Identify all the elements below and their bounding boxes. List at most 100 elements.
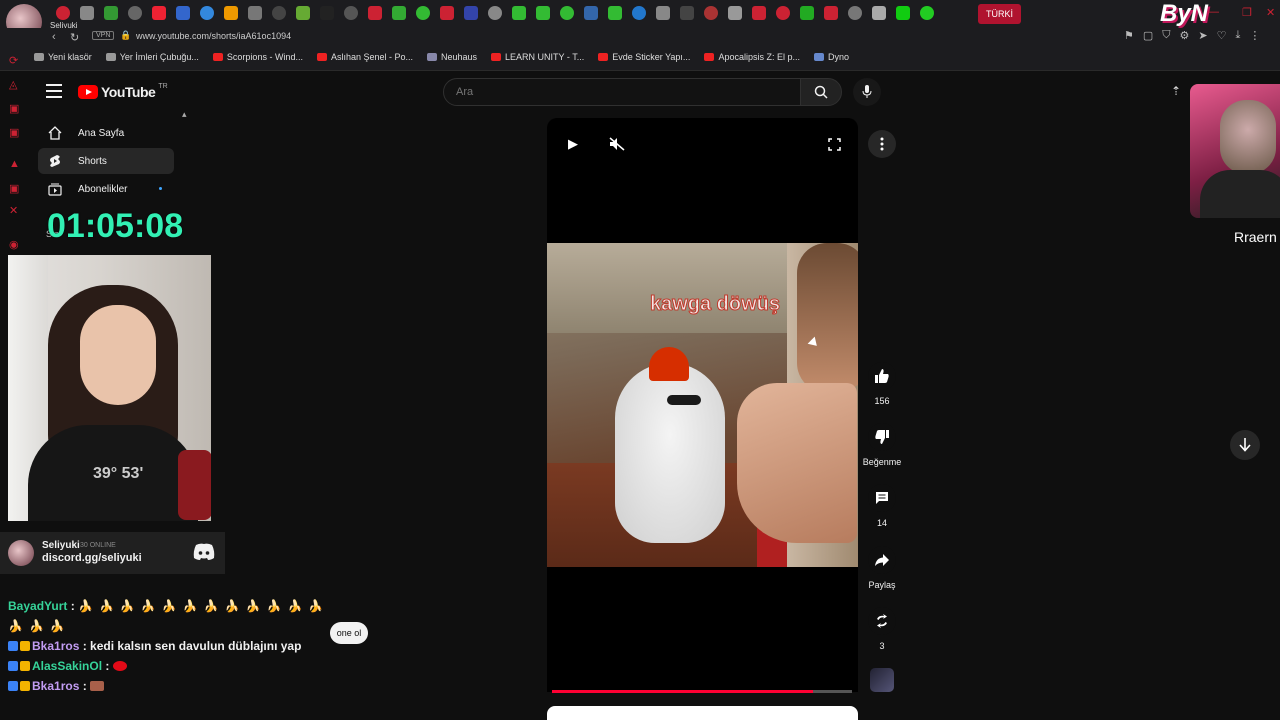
tab-favicon-icon[interactable] (728, 6, 742, 20)
tab-favicon-icon[interactable] (752, 6, 766, 20)
tab-favicon-icon[interactable] (272, 6, 286, 20)
extensions-icon[interactable]: ⚙ (1180, 29, 1190, 42)
search-button[interactable] (800, 78, 842, 106)
next-video-button[interactable] (1230, 430, 1260, 460)
like-button[interactable] (868, 362, 896, 390)
side-icon-3[interactable]: ▣ (9, 102, 21, 115)
comments-button[interactable] (868, 484, 896, 512)
x-icon[interactable]: ✕ (9, 204, 21, 217)
send-icon[interactable]: ➤ (1198, 29, 1207, 42)
dislike-action[interactable]: Beğenme (862, 423, 902, 467)
side-icon-8[interactable]: ◉ (9, 238, 21, 251)
chat-username[interactable]: BayadYurt (8, 599, 67, 613)
tab-favicon-icon[interactable] (176, 6, 190, 20)
tab-favicon-icon[interactable] (776, 6, 790, 20)
audio-track-thumbnail[interactable] (870, 668, 894, 692)
screenshot-icon[interactable]: ▢ (1143, 29, 1153, 42)
like-action[interactable]: 156 (862, 362, 902, 406)
tab-favicon-icon[interactable] (536, 6, 550, 20)
tab-favicon-icon[interactable] (344, 6, 358, 20)
fullscreen-icon[interactable] (828, 138, 841, 151)
tab-favicon-icon[interactable] (200, 6, 214, 20)
tab-favicon-icon[interactable] (632, 6, 646, 20)
heart-icon[interactable]: ♡ (1217, 29, 1227, 42)
tab-favicon-icon[interactable] (920, 6, 934, 20)
bookmark-item[interactable]: Evde Sticker Yapı... (598, 52, 690, 62)
tab-favicon-icon[interactable] (128, 6, 142, 20)
menu-icon[interactable]: ⋮ (1249, 29, 1260, 42)
tab-favicon-icon[interactable] (608, 6, 622, 20)
window-maximize-icon[interactable]: ❐ (1242, 6, 1252, 19)
play-icon[interactable]: ▶ (568, 136, 578, 152)
tab-favicon-icon[interactable] (896, 6, 910, 20)
youtube-logo[interactable]: YouTube TR (78, 83, 168, 100)
tab-favicon-icon[interactable] (824, 6, 838, 20)
voice-search-button[interactable] (853, 78, 881, 106)
chat-username[interactable]: Bka1ros (32, 679, 79, 693)
tab-favicon-icon[interactable] (704, 6, 718, 20)
tab-favicon-icon[interactable] (368, 6, 382, 20)
tab-favicon-icon[interactable] (560, 6, 574, 20)
sidebar-item-home[interactable]: Ana Sayfa (38, 120, 174, 146)
bookmark-item[interactable]: Apocalipsis Z: El p... (704, 52, 800, 62)
tab-favicon-icon[interactable] (464, 6, 478, 20)
sidebar-item-subscriptions[interactable]: Abonelikler (38, 176, 174, 202)
side-icon-4[interactable]: ▣ (9, 126, 21, 139)
chat-username[interactable]: AlasSakinOl (32, 659, 102, 673)
upload-icon[interactable]: ⇡ (1171, 84, 1181, 98)
bookmark-item[interactable]: Dyno (813, 52, 849, 62)
tab-favicon-icon[interactable] (656, 6, 670, 20)
bookmark-item[interactable]: Scorpions - Wind... (212, 52, 303, 62)
tab-favicon-icon[interactable] (80, 6, 94, 20)
menu-icon[interactable] (46, 84, 62, 102)
tab-favicon-icon[interactable] (224, 6, 238, 20)
window-minimize-icon[interactable]: — (1208, 6, 1219, 18)
subscribe-button[interactable]: one ol (330, 622, 368, 644)
tab-favicon-icon[interactable] (296, 6, 310, 20)
remix-action[interactable]: 3 (862, 607, 902, 651)
tab-favicon-icon[interactable] (152, 6, 166, 20)
share-action[interactable]: Paylaş (862, 546, 902, 590)
tab-favicon-icon[interactable] (848, 6, 862, 20)
muted-icon[interactable] (609, 137, 625, 151)
video-progress-bar[interactable] (552, 690, 852, 693)
next-short-card[interactable] (547, 706, 858, 720)
tab-favicon-icon[interactable] (800, 6, 814, 20)
download-icon[interactable]: ⤓ (1236, 29, 1241, 42)
vpn-badge[interactable]: VPN (92, 31, 115, 40)
bookmark-item[interactable]: Yeni klasör (34, 52, 92, 62)
bookmark-item[interactable]: Neuhaus (427, 52, 477, 62)
side-icon-1[interactable]: ⟳ (9, 54, 21, 67)
back-icon[interactable]: ‹ (52, 31, 56, 43)
reload-icon[interactable]: ↻ (70, 31, 79, 44)
url-field[interactable]: www.youtube.com/shorts/iaA61oc1094 (136, 31, 291, 41)
share-button[interactable] (868, 546, 896, 574)
side-icon-6[interactable]: ▣ (9, 182, 21, 195)
tab-favicon-icon[interactable] (320, 6, 334, 20)
remix-button[interactable] (868, 607, 896, 635)
tab-turki[interactable]: TÜRKİ (978, 4, 1021, 24)
bookmark-item[interactable]: LEARN UNITY - T... (491, 52, 584, 62)
tab-favicon-icon[interactable] (872, 6, 886, 20)
bookmark-item[interactable]: Yer İmleri Çubuğu... (105, 52, 199, 62)
search-input[interactable] (454, 85, 788, 99)
tab-favicon-icon[interactable] (680, 6, 694, 20)
dislike-button[interactable] (868, 423, 896, 451)
bookmark-item[interactable]: Aslıhan Şenel - Po... (316, 52, 413, 62)
side-icon-2[interactable]: ◬ (9, 78, 21, 91)
tab-favicon-icon[interactable] (440, 6, 454, 20)
tab-favicon-icon[interactable] (512, 6, 526, 20)
side-icon-5[interactable]: ▲ (9, 158, 21, 170)
tab-favicon-icon[interactable] (248, 6, 262, 20)
tab-favicon-icon[interactable] (56, 6, 70, 20)
tab-favicon-icon[interactable] (584, 6, 598, 20)
bookmark-icon[interactable]: ⚑ (1124, 29, 1134, 42)
tab-favicon-icon[interactable] (416, 6, 430, 20)
tab-favicon-icon[interactable] (488, 6, 502, 20)
sidebar-collapse-icon[interactable]: ▴ (182, 109, 187, 120)
shield-icon[interactable]: ⛉ (1162, 29, 1170, 42)
sidebar-item-shorts[interactable]: Shorts (38, 148, 174, 174)
more-options-button[interactable] (868, 130, 896, 158)
comments-action[interactable]: 14 (862, 484, 902, 528)
tab-favicon-icon[interactable] (104, 6, 118, 20)
